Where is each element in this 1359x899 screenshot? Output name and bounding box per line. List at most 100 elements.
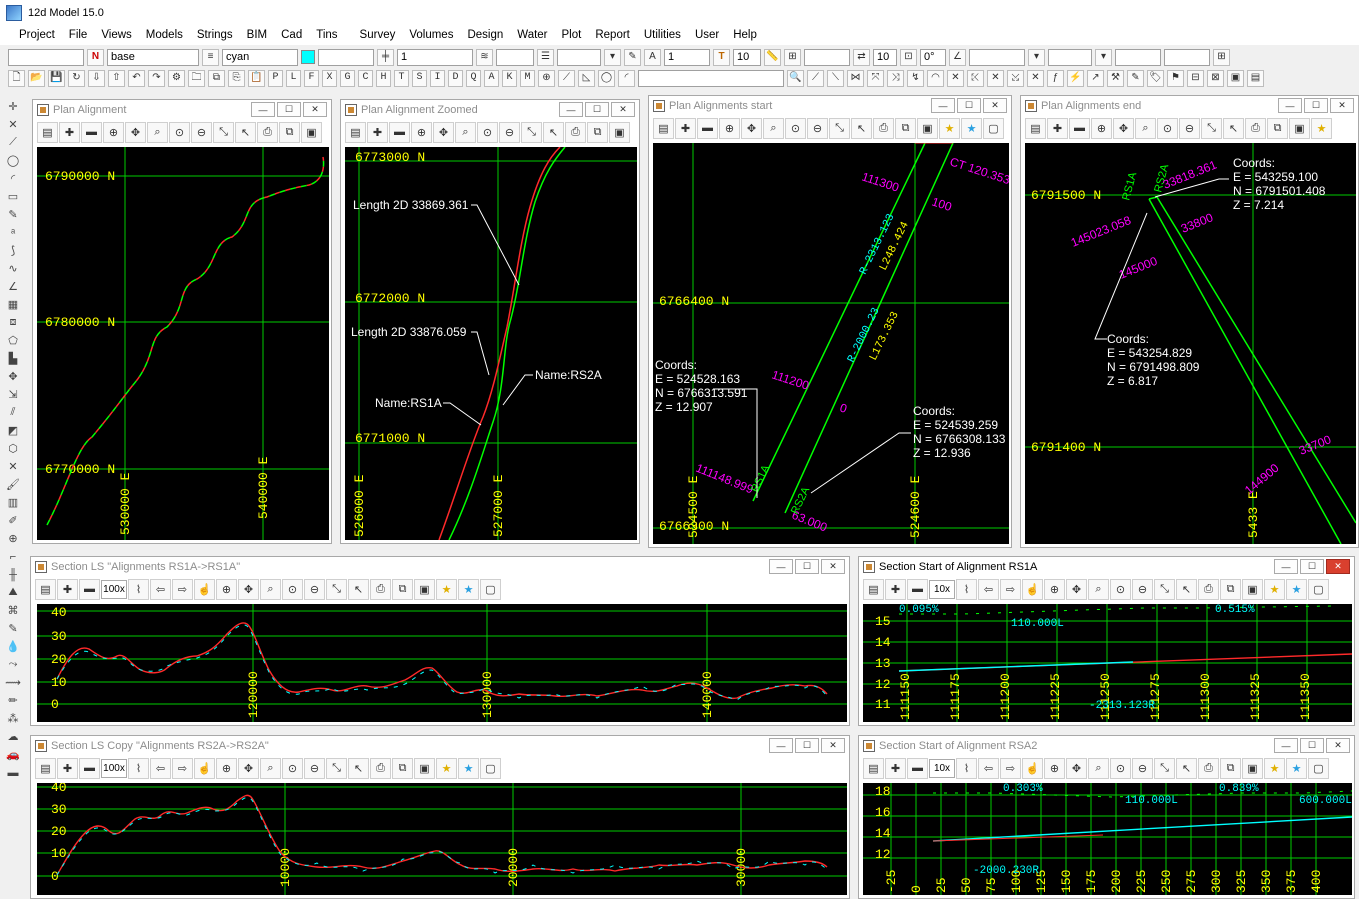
minimize-button[interactable]: — xyxy=(769,559,793,574)
settings-icon[interactable]: ▣ xyxy=(917,117,938,139)
vertical-exaggeration-field[interactable]: 10x xyxy=(929,579,955,599)
pan-icon[interactable]: ✥ xyxy=(1113,117,1134,139)
window-icon[interactable]: ▢ xyxy=(1308,578,1329,600)
edit-tool-6-icon[interactable]: ▣ xyxy=(1227,69,1244,87)
close-button[interactable]: ✕ xyxy=(1326,738,1350,753)
view-plot-icon[interactable]: ▤ xyxy=(37,121,58,143)
zoom-fit-icon[interactable]: ⊙ xyxy=(785,117,806,139)
linestyle-dropdown-icon[interactable]: ▾ xyxy=(604,48,621,66)
settings-icon[interactable]: ▣ xyxy=(609,121,630,143)
text-tool-4-icon[interactable]: ⚒ xyxy=(1107,69,1124,87)
star-icon[interactable]: ★ xyxy=(436,757,457,779)
letter-g-button[interactable]: G xyxy=(340,69,355,87)
section-canvas[interactable]: -25 0 25 50 75 100 125 150 175 200 225 250 275 300 325… xyxy=(863,783,1352,895)
close-button[interactable]: ✕ xyxy=(1326,559,1350,574)
zoom-in-icon[interactable]: ⊕ xyxy=(1044,757,1065,779)
zoom-extent-icon[interactable]: ⤡ xyxy=(829,117,850,139)
pan-icon[interactable]: ✥ xyxy=(125,121,146,143)
symbol-picker-icon[interactable]: ⇄ xyxy=(853,48,870,66)
favourite-star-icon[interactable]: ★ xyxy=(1286,757,1307,779)
previous-icon[interactable]: ⇦ xyxy=(150,578,171,600)
close-button[interactable]: ✕ xyxy=(611,102,635,117)
view-plot-icon[interactable]: ▤ xyxy=(35,578,56,600)
maximize-button[interactable]: ☐ xyxy=(585,102,609,117)
view-plot-icon[interactable]: ▤ xyxy=(345,121,366,143)
maximize-button[interactable]: ☐ xyxy=(1304,98,1328,113)
clone-icon[interactable]: ⧉ xyxy=(1267,117,1288,139)
maximize-button[interactable]: ☐ xyxy=(1300,738,1324,753)
drop-tool-icon[interactable]: 💧 xyxy=(4,638,22,655)
zoom-fit-icon[interactable]: ⊙ xyxy=(1110,578,1131,600)
grid-tool-icon[interactable]: ▦ xyxy=(4,296,22,313)
text-height-field[interactable]: 10 xyxy=(733,48,761,66)
zoom-window-icon[interactable]: ⌕ xyxy=(1088,757,1109,779)
text-style-icon[interactable]: A xyxy=(644,48,661,66)
select-icon[interactable]: ↖ xyxy=(1176,578,1197,600)
letter-i-button[interactable]: I xyxy=(430,69,445,87)
edit-tool-4-icon[interactable]: ⊟ xyxy=(1187,69,1204,87)
pan-icon[interactable]: ✥ xyxy=(433,121,454,143)
pen-tool-icon[interactable]: ✎ xyxy=(4,206,22,223)
colour-swatch[interactable] xyxy=(301,50,315,64)
next-icon[interactable]: ⇨ xyxy=(1000,578,1021,600)
snap-arc-icon[interactable]: ◜ xyxy=(618,69,635,87)
intersect-tool-icon[interactable]: ⊕ xyxy=(4,530,22,547)
name-field[interactable] xyxy=(8,48,84,66)
menu-bim[interactable]: BIM xyxy=(240,26,274,45)
menu-project[interactable]: Project xyxy=(12,26,62,45)
window-icon[interactable]: ▢ xyxy=(480,578,501,600)
maximize-button[interactable]: ☐ xyxy=(795,738,819,753)
zoom-extent-icon[interactable]: ⤡ xyxy=(326,578,347,600)
snap-point-icon[interactable]: ⊕ xyxy=(538,69,555,87)
alignment-rs1a-string[interactable] xyxy=(752,143,926,502)
cloud-tool-icon[interactable]: ☁ xyxy=(4,728,22,745)
letter-s-button[interactable]: S xyxy=(412,69,427,87)
star-icon[interactable]: ★ xyxy=(1311,117,1332,139)
favourite-star-icon[interactable]: ★ xyxy=(458,757,479,779)
remove-icon[interactable]: ▬ xyxy=(697,117,718,139)
symbol-field[interactable] xyxy=(804,48,850,66)
zoom-out-icon[interactable]: ⊖ xyxy=(1132,578,1153,600)
settings-icon[interactable]: ▣ xyxy=(414,578,435,600)
zoom-out-icon[interactable]: ⊖ xyxy=(304,578,325,600)
pick-icon[interactable]: ↖ xyxy=(1223,117,1244,139)
surface-tool-icon[interactable]: ⛰ xyxy=(4,584,22,601)
menu-views[interactable]: Views xyxy=(94,26,138,45)
zoom-fit-icon[interactable]: ⊙ xyxy=(477,121,498,143)
block-tool-icon[interactable]: ▙ xyxy=(4,350,22,367)
settings-icon[interactable]: ▣ xyxy=(301,121,322,143)
settings-gear-icon[interactable]: ⚙ xyxy=(168,69,185,87)
letter-c-button[interactable]: C xyxy=(358,69,373,87)
text-tool-2-icon[interactable]: ⚡ xyxy=(1067,69,1084,87)
maximize-button[interactable]: ☐ xyxy=(795,559,819,574)
close-button[interactable]: ✕ xyxy=(983,98,1007,113)
print-icon[interactable]: ⎙ xyxy=(565,121,586,143)
next-icon[interactable]: ⇨ xyxy=(1000,757,1021,779)
undo-icon[interactable]: ↶ xyxy=(128,69,145,87)
layer-field[interactable] xyxy=(496,48,534,66)
letter-a-button[interactable]: A xyxy=(484,69,499,87)
marker-tool-icon[interactable]: ✐ xyxy=(4,512,22,529)
close-button[interactable]: ✕ xyxy=(1330,98,1354,113)
add-icon[interactable]: ✚ xyxy=(675,117,696,139)
car-tool-icon[interactable]: ▬ xyxy=(4,764,22,781)
star-icon[interactable]: ★ xyxy=(1264,757,1285,779)
string-tool-11-icon[interactable]: ⤩ xyxy=(1007,69,1024,87)
window-icon[interactable]: ▢ xyxy=(480,757,501,779)
zoom-window-icon[interactable]: ⌕ xyxy=(147,121,168,143)
model-field[interactable]: base xyxy=(107,48,199,66)
next-icon[interactable]: ⇨ xyxy=(172,757,193,779)
minimize-button[interactable]: — xyxy=(251,102,275,117)
grid-alt-tool-icon[interactable]: ╫ xyxy=(4,566,22,583)
add-icon[interactable]: ✚ xyxy=(1047,117,1068,139)
remove-icon[interactable]: ▬ xyxy=(79,578,100,600)
remove-icon[interactable]: ▬ xyxy=(1069,117,1090,139)
menu-tins[interactable]: Tins xyxy=(309,26,344,45)
zoom-window-icon[interactable]: ⌕ xyxy=(455,121,476,143)
zoom-out-icon[interactable]: ⊖ xyxy=(499,121,520,143)
snap-angle-icon[interactable]: ◺ xyxy=(578,69,595,87)
zoom-out-icon[interactable]: ⊖ xyxy=(304,757,325,779)
string-tool-3-icon[interactable]: ⋈ xyxy=(847,69,864,87)
symbol-size-field[interactable]: 10 xyxy=(873,48,897,66)
string-tool-9-icon[interactable]: ⤪ xyxy=(967,69,984,87)
